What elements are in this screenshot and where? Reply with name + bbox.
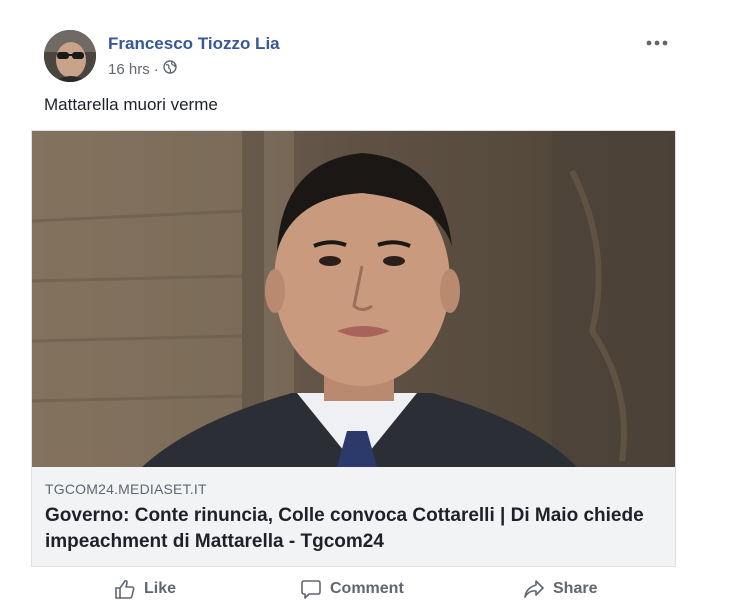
post-timestamp[interactable]: 16 hrs xyxy=(108,61,150,78)
thumbs-up-icon xyxy=(114,578,136,600)
author-name[interactable]: Francesco Tiozzo Lia xyxy=(108,34,280,54)
like-button[interactable]: Like xyxy=(114,578,176,600)
link-info: TGCOM24.MEDIASET.IT Governo: Conte rinun… xyxy=(32,467,675,566)
like-label: Like xyxy=(144,580,177,597)
post-text: Mattarella muori verme xyxy=(44,95,218,114)
share-arrow-icon xyxy=(523,578,545,600)
comment-button[interactable]: Comment xyxy=(300,578,404,600)
more-options-icon[interactable] xyxy=(645,30,669,53)
link-domain: TGCOM24.MEDIASET.IT xyxy=(45,481,207,497)
share-button[interactable]: Share xyxy=(523,578,597,600)
comment-label: Comment xyxy=(330,580,404,597)
link-title[interactable]: Governo: Conte rinuncia, Colle convoca C… xyxy=(45,503,660,555)
link-preview-card[interactable]: TGCOM24.MEDIASET.IT Governo: Conte rinun… xyxy=(31,130,676,567)
comment-icon xyxy=(300,578,322,600)
share-label: Share xyxy=(553,580,598,597)
avatar[interactable] xyxy=(44,30,96,82)
meta-separator: · xyxy=(153,60,159,78)
globe-icon xyxy=(163,60,177,78)
link-preview-image xyxy=(32,131,675,467)
post-meta: 16 hrs · xyxy=(108,60,177,78)
avatar-photo xyxy=(44,30,96,82)
post-action-bar: Like Comment Share xyxy=(0,578,731,610)
